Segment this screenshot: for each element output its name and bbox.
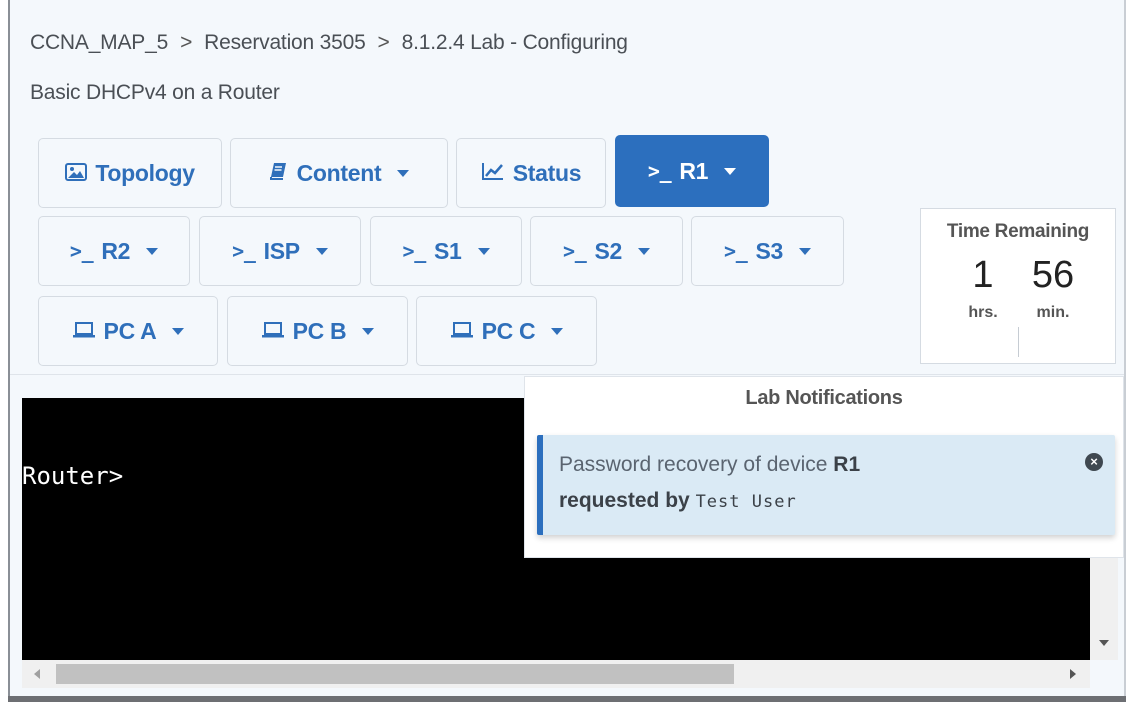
notification-message: Password recovery of device [559,453,828,476]
chevron-down-icon [315,247,328,255]
breadcrumb-course[interactable]: CCNA_MAP_5 [30,31,168,54]
pc-b-dropdown-button[interactable]: PC B [227,296,408,366]
pc-c-label: PC C [481,317,536,344]
laptop-icon [261,318,285,345]
r1-console-dropdown-button[interactable]: >_ R1 [615,135,769,207]
terminal-horizontal-scrollbar[interactable] [22,660,1090,688]
hours-value: 1 [972,254,994,296]
notification-requested-by: requested by [559,489,690,512]
status-label: Status [512,159,582,186]
pc-a-label: PC A [103,317,157,344]
horizontal-scroll-thumb[interactable] [56,664,734,684]
status-button[interactable]: Status [456,138,606,208]
chevron-down-icon [172,327,185,335]
image-icon [65,160,88,187]
s2-label: S2 [594,237,623,264]
chart-line-icon [481,160,505,187]
window-bottom-edge [8,696,1126,702]
topology-button[interactable]: Topology [38,138,222,208]
topology-label: Topology [95,159,195,186]
terminal-vertical-scrollbar[interactable] [1090,556,1118,660]
terminal-icon: >_ [232,239,256,263]
r2-console-dropdown-button[interactable]: >_ R2 [38,216,190,286]
terminal-icon: >_ [562,239,587,263]
breadcrumb: CCNA_MAP_5 > Reservation 3505 >8.1.2.4 Lab … [30,18,890,118]
terminal-icon: >_ [647,159,672,183]
scroll-down-icon[interactable] [1099,640,1109,646]
laptop-icon [450,318,474,345]
breadcrumb-separator: > [377,31,390,54]
lab-notifications-panel: Lab Notifications Password recovery of d… [524,376,1124,558]
pc-b-label: PC B [292,317,347,344]
s1-console-dropdown-button[interactable]: >_ S1 [370,216,522,286]
chevron-down-icon [146,247,159,255]
time-remaining-panel: Time Remaining 1 hrs. 56 min. [920,208,1116,364]
content-divider [10,374,1124,375]
notification-user: Test User [695,492,797,512]
breadcrumb-lab: 8.1.2.4 Lab - Configuring [401,31,628,54]
breadcrumb-reservation[interactable]: Reservation 3505 [204,31,366,54]
chevron-down-icon [362,327,375,335]
isp-label: ISP [263,237,300,264]
book-icon [269,160,289,187]
chevron-down-icon [638,247,651,255]
s3-label: S3 [755,237,784,264]
isp-console-dropdown-button[interactable]: >_ ISP [199,216,361,286]
r1-label: R1 [679,157,709,184]
chevron-down-icon [477,247,490,255]
r2-label: R2 [101,237,131,264]
terminal-icon: >_ [69,239,94,263]
notification-device: R1 [833,453,861,476]
chevron-down-icon [397,169,410,177]
chevron-down-icon [551,327,564,335]
minutes-value: 56 [1031,254,1075,296]
terminal-prompt: Router> [22,462,124,490]
content-label: Content [296,159,382,186]
pc-c-dropdown-button[interactable]: PC C [416,296,597,366]
pc-a-dropdown-button[interactable]: PC A [38,296,218,366]
laptop-icon [72,318,96,345]
s1-label: S1 [433,237,462,264]
timer-divider [1018,327,1019,357]
chevron-down-icon [724,167,737,175]
minutes-unit: min. [1036,304,1070,321]
content-dropdown-button[interactable]: Content [230,138,448,208]
terminal-icon: >_ [402,239,426,263]
scroll-left-icon[interactable] [34,669,40,679]
hours-unit: hrs. [968,304,998,321]
scroll-right-icon[interactable] [1070,669,1076,679]
s2-console-dropdown-button[interactable]: >_ S2 [530,216,683,286]
time-remaining-title: Time Remaining [946,221,1090,242]
notification-card: Password recovery of device R1 requested… [537,435,1115,535]
close-circle-icon[interactable]: × [1085,453,1103,471]
s3-console-dropdown-button[interactable]: >_ S3 [691,216,844,286]
breadcrumb-lab-continued: Basic DHCPv4 on a Router [30,81,280,104]
chevron-down-icon [799,247,812,255]
lab-notifications-title: Lab Notifications [745,387,903,409]
breadcrumb-separator: > [180,31,193,54]
terminal-icon: >_ [723,239,748,263]
